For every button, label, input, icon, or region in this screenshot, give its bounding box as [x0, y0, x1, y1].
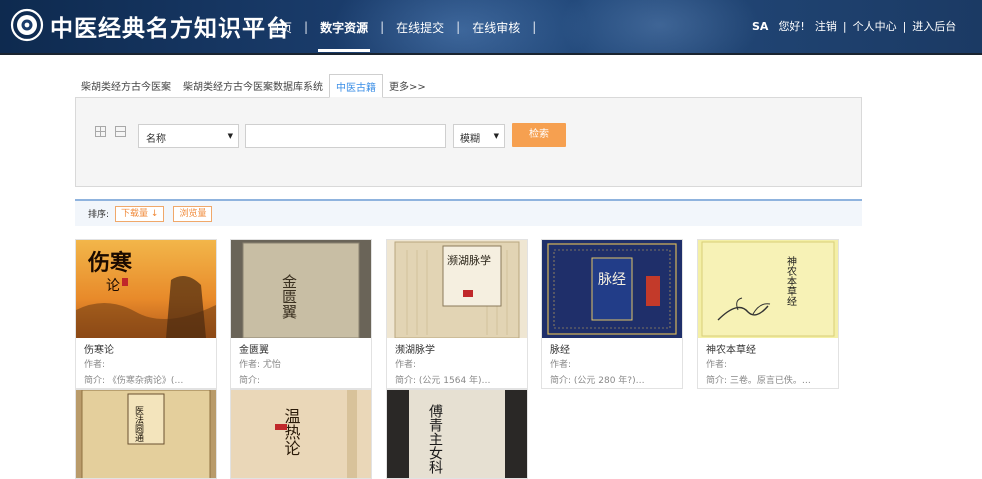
cover-title: 傅青主女科 [427, 404, 443, 474]
nav-online-submit[interactable]: 在线提交 [394, 19, 446, 36]
user-separator: | [842, 19, 847, 33]
search-panel: 名称 ▼ 模糊 ▼ 检索 [75, 97, 862, 187]
book-author: 作者: [84, 360, 106, 370]
tab-more[interactable]: 更多>> [383, 74, 432, 98]
book-cover-image: 医法圆通 [76, 390, 216, 478]
nav-separator: | [304, 20, 309, 34]
resource-tabs: 柴胡类经方古今医案 柴胡类经方古今医案数据库系统 中医古籍 更多>> [75, 74, 432, 98]
search-input[interactable] [245, 124, 446, 148]
search-field-value: 名称 [146, 134, 166, 145]
book-summary: 简介: [239, 376, 261, 386]
match-mode-value: 模糊 [460, 134, 480, 145]
tab-chaihu-cases[interactable]: 柴胡类经方古今医案 [75, 74, 177, 98]
book-card[interactable]: 医法圆通 [75, 389, 217, 479]
book-title[interactable]: 伤寒论 [84, 341, 114, 356]
book-summary: 简介: 三卷。原言已佚。… [706, 376, 811, 386]
cover-title-main: 伤寒 [87, 250, 132, 276]
sort-label: 排序: [88, 210, 110, 220]
book-card[interactable]: 伤寒 论 伤寒论 作者: 简介: 《伤寒杂病论》(… [75, 239, 217, 389]
logo-icon [10, 8, 44, 42]
user-name: SA [752, 19, 769, 33]
tab-chaihu-database[interactable]: 柴胡类经方古今医案数据库系统 [177, 74, 329, 98]
book-card[interactable]: 温热论 [230, 389, 372, 479]
top-header: 中医经典名方知识平台 首页 | 数字资源 | 在线提交 | 在线审核 | SA … [0, 0, 982, 53]
cover-title: 金匮翼 [280, 274, 298, 319]
book-title[interactable]: 脉经 [550, 341, 570, 356]
book-cover-image: 傅青主女科 [387, 390, 527, 478]
nav-separator: | [380, 20, 385, 34]
book-summary: 简介: (公元 280 年?)… [550, 376, 645, 386]
nav-digital-resources[interactable]: 数字资源 [318, 19, 371, 52]
book-cover-image: 伤寒 论 [76, 240, 216, 338]
header-divider [0, 53, 982, 55]
personal-center-link[interactable]: 个人中心 [853, 18, 897, 34]
main-nav: 首页 | 数字资源 | 在线提交 | 在线审核 | [266, 18, 546, 52]
book-card[interactable]: 濒湖脉学 濒湖脉学 作者: 简介: (公元 1564 年)… [386, 239, 528, 389]
view-toggle [95, 126, 126, 137]
cover-title: 神农本草经 [785, 255, 797, 306]
sort-bar: 排序: 下载量 ↓ 浏览量 [75, 199, 862, 226]
logout-link[interactable]: 注销 [815, 18, 837, 34]
cover-title: 濒湖脉学 [447, 253, 491, 267]
book-card[interactable]: 神农本草经 神农本草经 作者: 简介: 三卷。原言已佚。… [697, 239, 839, 389]
book-author: 作者: 尤怡 [239, 360, 281, 370]
book-cover-image: 脉经 [542, 240, 682, 338]
cover-title: 医法圆通 [133, 406, 144, 443]
dropdown-arrow-icon: ▼ [493, 132, 499, 140]
nav-online-review[interactable]: 在线审核 [470, 19, 522, 36]
book-title[interactable]: 濒湖脉学 [395, 341, 435, 356]
book-author: 作者: [706, 360, 728, 370]
book-summary: 简介: (公元 1564 年)… [395, 376, 491, 386]
dropdown-arrow-icon: ▼ [227, 132, 233, 140]
book-author: 作者: [550, 360, 572, 370]
cover-title-sub: 论 [106, 278, 120, 294]
cover-title: 脉经 [598, 272, 626, 288]
book-card[interactable]: 傅青主女科 [386, 389, 528, 479]
nav-separator: | [532, 20, 537, 34]
collapse-icon[interactable] [115, 126, 126, 137]
book-title[interactable]: 神农本草经 [706, 341, 756, 356]
book-author: 作者: [395, 360, 417, 370]
cover-title: 温热论 [282, 408, 301, 456]
expand-icon[interactable] [95, 126, 106, 137]
book-cover-image: 濒湖脉学 [387, 240, 527, 338]
user-greeting: 您好! [778, 20, 805, 33]
book-cover-image: 温热论 [231, 390, 371, 478]
match-mode-select[interactable]: 模糊 ▼ [453, 124, 505, 148]
book-summary: 简介: 《伤寒杂病论》(… [84, 376, 184, 386]
nav-home[interactable]: 首页 [266, 19, 294, 36]
sort-by-views-button[interactable]: 浏览量 [173, 205, 213, 222]
book-card[interactable]: 金匮翼 金匮翼 作者: 尤怡 简介: [230, 239, 372, 389]
book-cover-image: 神农本草经 [698, 240, 838, 338]
site-title[interactable]: 中医经典名方知识平台 [50, 9, 290, 43]
tab-ancient-books[interactable]: 中医古籍 [329, 74, 383, 98]
search-button[interactable]: 检索 [512, 123, 566, 147]
admin-link[interactable]: 进入后台 [912, 18, 956, 34]
user-separator: | [902, 19, 907, 33]
book-cover-image: 金匮翼 [231, 240, 371, 338]
nav-separator: | [456, 20, 461, 34]
sort-by-downloads-button[interactable]: 下载量 ↓ [115, 205, 165, 222]
book-card[interactable]: 脉经 脉经 作者: 简介: (公元 280 年?)… [541, 239, 683, 389]
user-bar: SA 您好! 注销 | 个人中心 | 进入后台 [752, 18, 956, 34]
search-field-select[interactable]: 名称 ▼ [138, 124, 239, 148]
book-title[interactable]: 金匮翼 [239, 341, 269, 356]
